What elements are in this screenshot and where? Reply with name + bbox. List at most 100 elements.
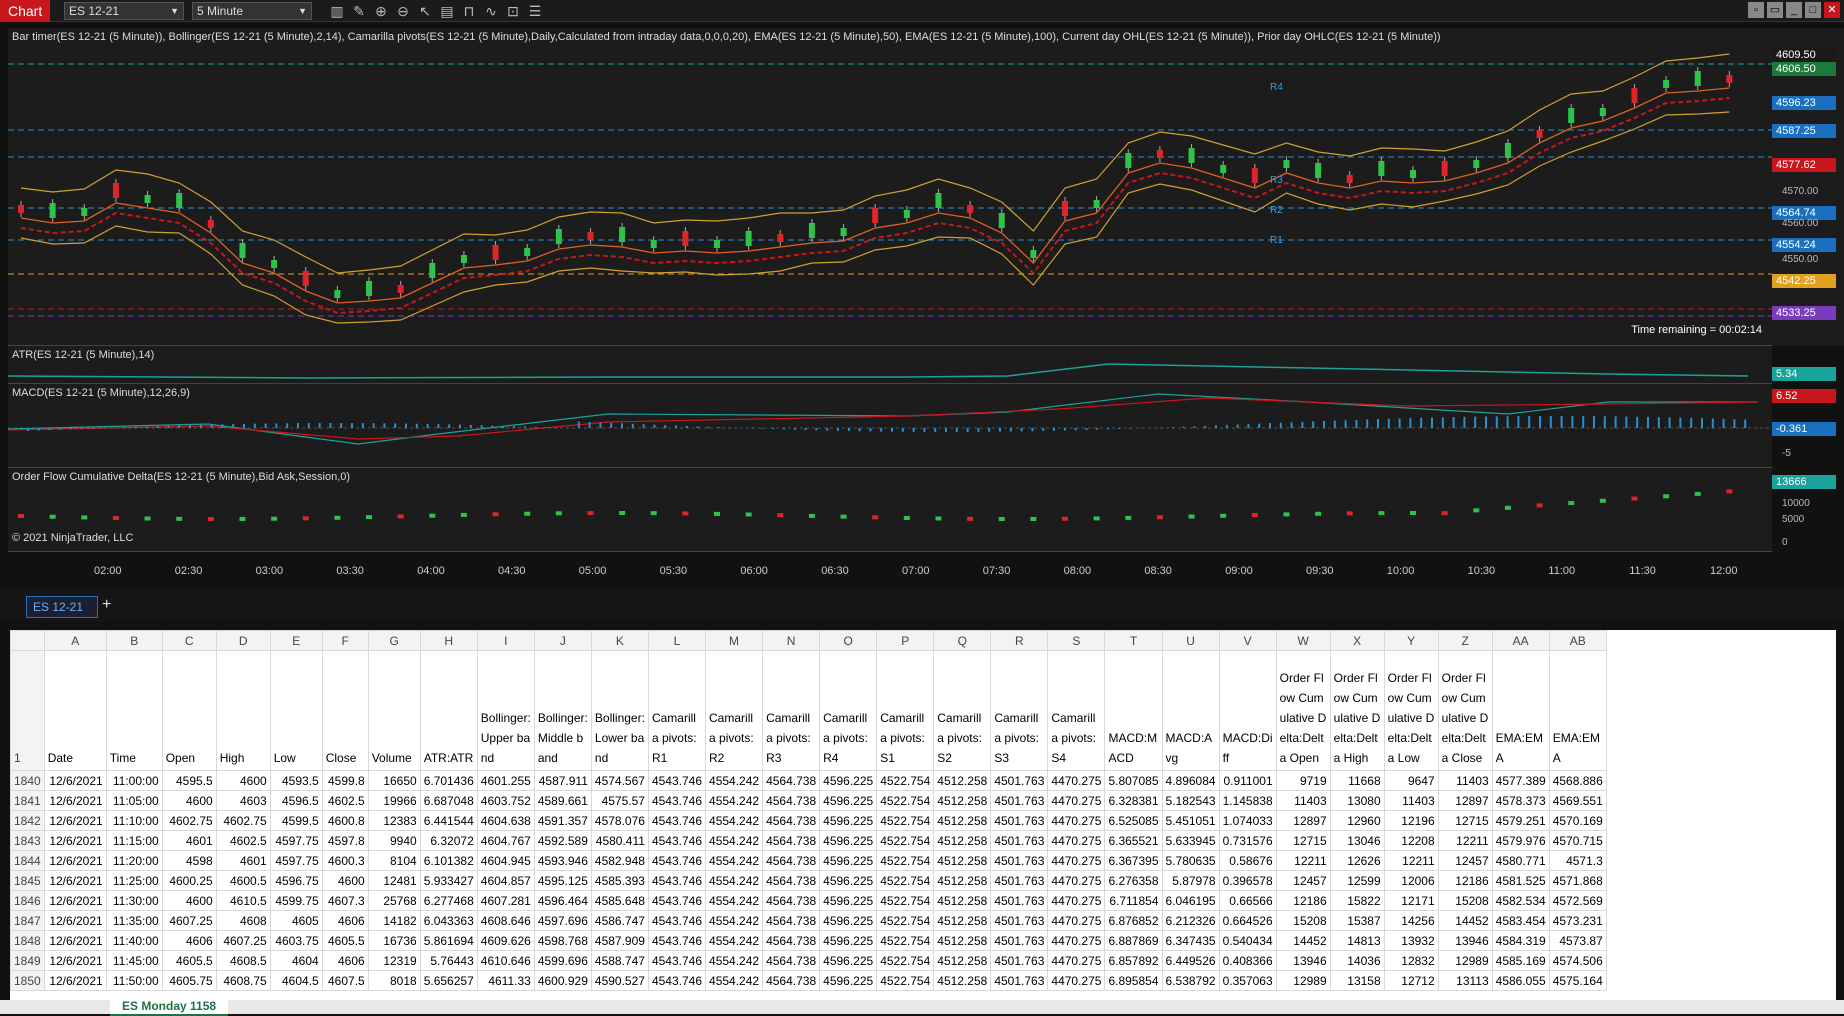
price-panel[interactable]: Bar timer(ES 12-21 (5 Minute)), Bollinge… (8, 28, 1772, 346)
cell[interactable]: 4605.75 (161, 970, 217, 991)
header-cell[interactable]: Order Flow Cumulative Delta:Delta Close (1437, 650, 1493, 771)
cell[interactable]: 4554.242 (705, 770, 764, 791)
data-table[interactable]: A B C D E F G H I J K L M N O P Q R S T U V W X Y Z AA AB 1 Date Time O… (10, 630, 1607, 991)
cell[interactable]: 4554.242 (705, 890, 764, 911)
cell[interactable]: 4580.771 (1491, 850, 1550, 871)
cell[interactable]: 4522.754 (876, 890, 935, 911)
cell[interactable]: 4564.738 (762, 830, 821, 851)
restore-icon[interactable]: ▭ (1767, 2, 1783, 18)
cell[interactable]: 4596.225 (819, 790, 878, 811)
cell[interactable]: 6.101382 (419, 850, 478, 871)
column-header[interactable]: W (1275, 630, 1331, 651)
column-header[interactable]: U (1161, 630, 1220, 651)
cell[interactable]: 4611.33 (476, 970, 535, 991)
cell[interactable]: 4603 (215, 790, 271, 811)
cell[interactable]: 12186 (1275, 890, 1331, 911)
column-header[interactable]: A (43, 630, 107, 651)
header-cell[interactable]: Bollinger:Middle band (533, 650, 592, 771)
cell[interactable]: 4600.3 (321, 850, 369, 871)
cell[interactable]: 4470.275 (1047, 890, 1106, 911)
column-header[interactable]: AB (1548, 630, 1607, 651)
cell[interactable]: 4501.763 (990, 790, 1049, 811)
cell[interactable]: 4501.763 (990, 770, 1049, 791)
cell[interactable]: 4564.738 (762, 890, 821, 911)
cell[interactable]: 4596.225 (819, 850, 878, 871)
cell[interactable]: 15208 (1275, 910, 1331, 931)
column-header[interactable]: AA (1491, 630, 1550, 651)
cell[interactable]: 4586.055 (1491, 970, 1550, 991)
cell[interactable]: 4577.389 (1491, 770, 1550, 791)
cell[interactable]: 4610.646 (476, 950, 535, 971)
cell[interactable]: 5.633945 (1161, 830, 1220, 851)
cell[interactable]: 4582.948 (590, 850, 649, 871)
cell[interactable]: 9647 (1383, 770, 1439, 791)
cell[interactable]: 5.780635 (1161, 850, 1220, 871)
cell[interactable]: 11403 (1437, 770, 1493, 791)
header-cell[interactable]: Close (321, 650, 369, 771)
cell[interactable]: 4501.763 (990, 850, 1049, 871)
cell[interactable]: 13046 (1329, 830, 1385, 851)
strategies-icon[interactable]: ⊡ (502, 1, 524, 21)
cell[interactable]: 4554.242 (705, 810, 764, 831)
drawing-tools-icon[interactable]: ⊓ (458, 1, 480, 21)
cell[interactable]: 4596.225 (819, 910, 878, 931)
cell[interactable]: 12/6/2021 (43, 870, 107, 891)
cell[interactable]: 4470.275 (1047, 870, 1106, 891)
cell[interactable]: 11:25:00 (105, 870, 163, 891)
cell[interactable]: 4470.275 (1047, 810, 1106, 831)
cell[interactable]: 4605.5 (161, 950, 217, 971)
cell[interactable]: 12599 (1329, 870, 1385, 891)
cell[interactable]: 4512.258 (933, 950, 992, 971)
cell[interactable]: 4522.754 (876, 930, 935, 951)
cell[interactable]: 4607.3 (321, 890, 369, 911)
cell[interactable]: 4512.258 (933, 850, 992, 871)
cell[interactable]: 4470.275 (1047, 830, 1106, 851)
cell[interactable]: 4602.5 (215, 830, 271, 851)
header-cell[interactable]: High (215, 650, 271, 771)
cell[interactable]: 0.540434 (1218, 930, 1277, 951)
cell[interactable]: 15387 (1329, 910, 1385, 931)
column-header[interactable]: O (819, 630, 878, 651)
cell[interactable]: 13946 (1437, 930, 1493, 951)
cell[interactable]: 4470.275 (1047, 970, 1106, 991)
cell[interactable]: 4600.8 (321, 810, 369, 831)
cell[interactable]: 5.807085 (1104, 770, 1163, 791)
column-header[interactable]: J (533, 630, 592, 651)
cell[interactable]: 4501.763 (990, 930, 1049, 951)
cell[interactable]: 4470.275 (1047, 950, 1106, 971)
header-cell[interactable]: Time (105, 650, 163, 771)
cell[interactable]: 6.441544 (419, 810, 478, 831)
cell[interactable]: 6.32072 (419, 830, 478, 851)
cell[interactable]: 4543.746 (647, 910, 707, 931)
cell[interactable]: 15822 (1329, 890, 1385, 911)
column-header[interactable]: F (321, 630, 369, 651)
cell[interactable]: 4596.464 (533, 890, 592, 911)
cell[interactable]: 4585.648 (590, 890, 649, 911)
cell[interactable]: 4501.763 (990, 890, 1049, 911)
cell[interactable]: 5.182543 (1161, 790, 1220, 811)
cell[interactable]: 6.276358 (1104, 870, 1163, 891)
cell[interactable]: 4598.768 (533, 930, 592, 951)
cell[interactable]: 4512.258 (933, 830, 992, 851)
cell[interactable]: 4596.225 (819, 930, 878, 951)
header-cell[interactable]: MACD:Avg (1161, 650, 1220, 771)
cell[interactable]: 4599.75 (269, 890, 323, 911)
cell[interactable]: 0.58676 (1218, 850, 1277, 871)
cell[interactable]: 4554.242 (705, 830, 764, 851)
column-header[interactable]: R (990, 630, 1049, 651)
cell[interactable]: 12/6/2021 (43, 850, 107, 871)
zoom-in-icon[interactable]: ⊕ (370, 1, 392, 21)
cell[interactable]: 6.876852 (1104, 910, 1163, 931)
cell[interactable]: 4543.746 (647, 770, 707, 791)
cell[interactable]: 4605.5 (321, 930, 369, 951)
cell[interactable]: 6.365521 (1104, 830, 1163, 851)
cell[interactable]: 12960 (1329, 810, 1385, 831)
column-header[interactable]: I (476, 630, 535, 651)
cell[interactable]: 4564.738 (762, 910, 821, 931)
cell[interactable]: 11:30:00 (105, 890, 163, 911)
cell[interactable]: 4600.25 (161, 870, 217, 891)
cell[interactable]: 12/6/2021 (43, 810, 107, 831)
cell[interactable]: 0.357063 (1218, 970, 1277, 991)
cell[interactable]: 14182 (367, 910, 421, 931)
cell[interactable]: 4501.763 (990, 830, 1049, 851)
